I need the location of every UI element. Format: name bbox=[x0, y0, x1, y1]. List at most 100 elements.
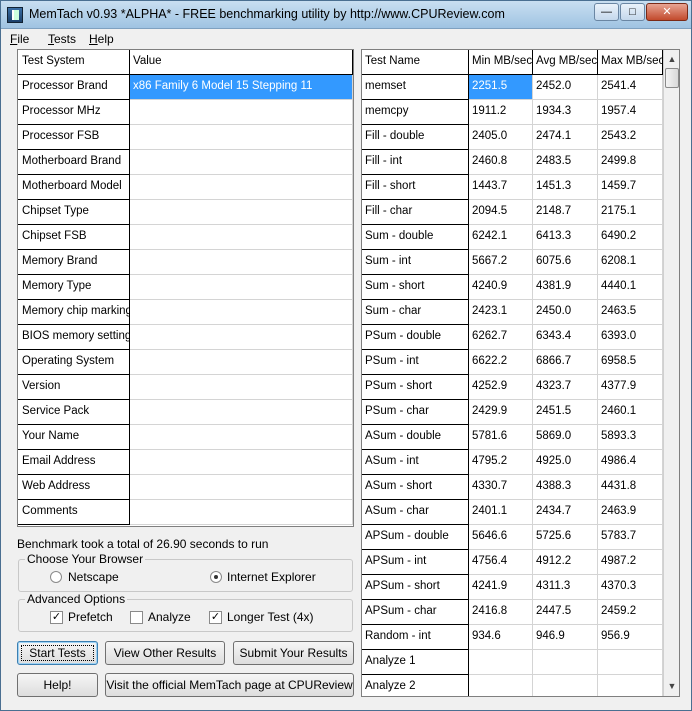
avg-value-cell[interactable] bbox=[533, 650, 598, 675]
test-system-row[interactable]: Memory chip markings bbox=[18, 300, 353, 325]
max-value-cell[interactable]: 5893.3 bbox=[598, 425, 663, 450]
test-system-value-cell[interactable] bbox=[130, 200, 353, 225]
max-value-cell[interactable]: 4431.8 bbox=[598, 475, 663, 500]
max-value-cell[interactable]: 2543.2 bbox=[598, 125, 663, 150]
min-value-cell[interactable]: 4252.9 bbox=[469, 375, 533, 400]
min-value-cell[interactable]: 2401.1 bbox=[469, 500, 533, 525]
min-value-cell[interactable]: 5667.2 bbox=[469, 250, 533, 275]
results-row[interactable]: Sum - char 2423.1 2450.0 2463.5 bbox=[362, 300, 663, 325]
internet-explorer-label[interactable]: Internet Explorer bbox=[227, 570, 316, 584]
max-value-cell[interactable]: 6208.1 bbox=[598, 250, 663, 275]
min-value-cell[interactable]: 2405.0 bbox=[469, 125, 533, 150]
test-system-value-cell[interactable] bbox=[130, 350, 353, 375]
avg-value-cell[interactable]: 4311.3 bbox=[533, 575, 598, 600]
test-system-row[interactable]: Motherboard Model bbox=[18, 175, 353, 200]
results-row[interactable]: PSum - double 6262.7 6343.4 6393.0 bbox=[362, 325, 663, 350]
results-grid[interactable]: Test Name Min MB/sec Avg MB/sec Max MB/s… bbox=[361, 49, 680, 697]
results-row[interactable]: Fill - int 2460.8 2483.5 2499.8 bbox=[362, 150, 663, 175]
prefetch-checkbox[interactable]: ✓ bbox=[50, 611, 63, 624]
max-value-cell[interactable]: 6490.2 bbox=[598, 225, 663, 250]
test-system-value-cell[interactable] bbox=[130, 275, 353, 300]
test-system-value-cell[interactable] bbox=[130, 500, 353, 525]
min-value-cell[interactable]: 4795.2 bbox=[469, 450, 533, 475]
test-system-grid[interactable]: Test System Value Processor Brand x86 Fam… bbox=[17, 49, 354, 527]
column-header-test-system[interactable]: Test System bbox=[18, 50, 130, 75]
title-bar[interactable]: MemTach v0.93 *ALPHA* - FREE benchmarkin… bbox=[1, 1, 691, 29]
min-value-cell[interactable]: 5781.6 bbox=[469, 425, 533, 450]
test-system-row[interactable]: Email Address bbox=[18, 450, 353, 475]
scroll-up-icon[interactable]: ▲ bbox=[664, 51, 679, 68]
max-value-cell[interactable]: 6958.5 bbox=[598, 350, 663, 375]
netscape-label[interactable]: Netscape bbox=[68, 570, 119, 584]
test-system-row[interactable]: Chipset FSB bbox=[18, 225, 353, 250]
results-row[interactable]: APSum - int 4756.4 4912.2 4987.2 bbox=[362, 550, 663, 575]
menu-tests[interactable]: Tests bbox=[48, 32, 76, 46]
test-system-value-cell[interactable] bbox=[130, 250, 353, 275]
min-value-cell[interactable]: 6242.1 bbox=[469, 225, 533, 250]
results-row[interactable]: Fill - double 2405.0 2474.1 2543.2 bbox=[362, 125, 663, 150]
test-system-value-cell[interactable] bbox=[130, 225, 353, 250]
test-system-value-cell[interactable] bbox=[130, 100, 353, 125]
avg-value-cell[interactable]: 6343.4 bbox=[533, 325, 598, 350]
menu-file[interactable]: File bbox=[10, 32, 29, 46]
column-header-max[interactable]: Max MB/sec bbox=[598, 50, 663, 75]
max-value-cell[interactable]: 2459.2 bbox=[598, 600, 663, 625]
results-row[interactable]: Analyze 1 bbox=[362, 650, 663, 675]
results-row[interactable]: Sum - short 4240.9 4381.9 4440.1 bbox=[362, 275, 663, 300]
min-value-cell[interactable]: 4330.7 bbox=[469, 475, 533, 500]
avg-value-cell[interactable]: 5725.6 bbox=[533, 525, 598, 550]
results-row[interactable]: Fill - char 2094.5 2148.7 2175.1 bbox=[362, 200, 663, 225]
max-value-cell[interactable]: 6393.0 bbox=[598, 325, 663, 350]
help-button[interactable]: Help! bbox=[17, 673, 98, 697]
test-system-value-cell[interactable]: x86 Family 6 Model 15 Stepping 11 bbox=[130, 75, 353, 100]
avg-value-cell[interactable]: 2434.7 bbox=[533, 500, 598, 525]
start-tests-button[interactable]: Start Tests bbox=[17, 641, 98, 665]
longer-test-label[interactable]: Longer Test (4x) bbox=[227, 610, 314, 624]
min-value-cell[interactable]: 4240.9 bbox=[469, 275, 533, 300]
netscape-radio[interactable] bbox=[50, 571, 62, 583]
avg-value-cell[interactable]: 6075.6 bbox=[533, 250, 598, 275]
analyze-checkbox[interactable] bbox=[130, 611, 143, 624]
scroll-down-icon[interactable]: ▼ bbox=[664, 678, 679, 695]
min-value-cell[interactable]: 5646.6 bbox=[469, 525, 533, 550]
min-value-cell[interactable]: 2094.5 bbox=[469, 200, 533, 225]
max-value-cell[interactable]: 2463.9 bbox=[598, 500, 663, 525]
longer-test-checkbox[interactable]: ✓ bbox=[209, 611, 222, 624]
min-value-cell[interactable] bbox=[469, 675, 533, 696]
results-row[interactable]: Sum - int 5667.2 6075.6 6208.1 bbox=[362, 250, 663, 275]
test-system-value-cell[interactable] bbox=[130, 325, 353, 350]
column-header-value[interactable]: Value bbox=[130, 50, 353, 75]
max-value-cell[interactable]: 2460.1 bbox=[598, 400, 663, 425]
maximize-button[interactable]: □ bbox=[620, 3, 645, 21]
test-system-row[interactable]: Operating System bbox=[18, 350, 353, 375]
results-row[interactable]: memset 2251.5 2452.0 2541.4 bbox=[362, 75, 663, 100]
test-system-row[interactable]: Chipset Type bbox=[18, 200, 353, 225]
results-row[interactable]: Random - int 934.6 946.9 956.9 bbox=[362, 625, 663, 650]
results-row[interactable]: memcpy 1911.2 1934.3 1957.4 bbox=[362, 100, 663, 125]
min-value-cell[interactable]: 4241.9 bbox=[469, 575, 533, 600]
min-value-cell[interactable]: 6622.2 bbox=[469, 350, 533, 375]
test-system-value-cell[interactable] bbox=[130, 475, 353, 500]
scrollbar-thumb[interactable] bbox=[665, 68, 679, 88]
avg-value-cell[interactable]: 2450.0 bbox=[533, 300, 598, 325]
internet-explorer-radio[interactable] bbox=[210, 571, 222, 583]
submit-results-button[interactable]: Submit Your Results bbox=[233, 641, 354, 665]
results-row[interactable]: PSum - char 2429.9 2451.5 2460.1 bbox=[362, 400, 663, 425]
results-row[interactable]: Fill - short 1443.7 1451.3 1459.7 bbox=[362, 175, 663, 200]
max-value-cell[interactable] bbox=[598, 675, 663, 696]
max-value-cell[interactable]: 4987.2 bbox=[598, 550, 663, 575]
results-row[interactable]: ASum - char 2401.1 2434.7 2463.9 bbox=[362, 500, 663, 525]
max-value-cell[interactable]: 4986.4 bbox=[598, 450, 663, 475]
max-value-cell[interactable]: 2541.4 bbox=[598, 75, 663, 100]
test-system-row[interactable]: Memory Type bbox=[18, 275, 353, 300]
test-system-row[interactable]: BIOS memory settings bbox=[18, 325, 353, 350]
min-value-cell[interactable]: 6262.7 bbox=[469, 325, 533, 350]
min-value-cell[interactable]: 2251.5 bbox=[469, 75, 533, 100]
avg-value-cell[interactable]: 946.9 bbox=[533, 625, 598, 650]
min-value-cell[interactable] bbox=[469, 650, 533, 675]
results-row[interactable]: Sum - double 6242.1 6413.3 6490.2 bbox=[362, 225, 663, 250]
test-system-value-cell[interactable] bbox=[130, 175, 353, 200]
test-system-row[interactable]: Version bbox=[18, 375, 353, 400]
test-system-value-cell[interactable] bbox=[130, 425, 353, 450]
max-value-cell[interactable]: 2175.1 bbox=[598, 200, 663, 225]
